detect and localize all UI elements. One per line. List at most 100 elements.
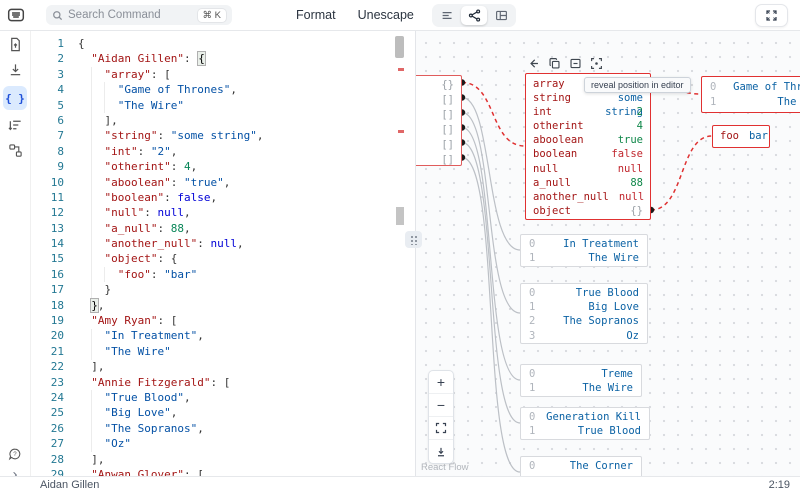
search-input[interactable]: Search Command ⌘ K (46, 5, 232, 25)
unescape-button[interactable]: Unescape (358, 8, 414, 22)
line-number: 2 (30, 51, 64, 66)
graph-node-anwan-glover[interactable]: 0Treme1The Wire (520, 364, 642, 397)
editor-line: 4 "Game of Thrones", (30, 82, 263, 97)
line-number: 15 (30, 251, 64, 266)
editor-line: 17 } (30, 282, 263, 297)
node-row: abooleantrue (526, 133, 650, 147)
line-number: 13 (30, 221, 64, 236)
svg-text:?: ? (13, 451, 17, 458)
editor-line: 9 "otherint": 4, (30, 159, 263, 174)
copy-icon[interactable] (548, 57, 561, 70)
node-row: 1Big Love (521, 300, 647, 314)
line-number: 29 (30, 467, 64, 476)
editor-line: 2 "Aidan Gillen": { (30, 51, 263, 66)
node-row: otherint4 (526, 119, 650, 133)
table-view-tab[interactable] (488, 6, 514, 25)
fit-view-button[interactable] (429, 417, 453, 440)
graph-node-alice-farmer[interactable]: 0The Corner (520, 456, 642, 476)
line-number: 4 (30, 82, 64, 97)
editor-line: 1{ (30, 36, 263, 51)
format-button[interactable]: Format (296, 8, 336, 22)
line-number: 3 (30, 67, 64, 82)
sidebar-item-json[interactable]: { } (3, 86, 27, 110)
editor-line: 20 "In Treatment", (30, 328, 263, 343)
search-placeholder: Search Command (68, 9, 198, 21)
editor-line: 29 "Anwan Glover": [ (30, 467, 263, 476)
line-number: 20 (30, 328, 64, 343)
node-row: [] (415, 108, 461, 123)
sidebar-item-import[interactable] (3, 32, 27, 56)
editor-lines: 1{2 "Aidan Gillen": {3 "array": [4 "Game… (30, 36, 263, 476)
line-number: 16 (30, 267, 64, 282)
graph-node-object-foo[interactable]: foobar (712, 125, 770, 148)
graph-node-amy-ryan[interactable]: 0In Treatment1The Wire (520, 234, 648, 267)
graph-node-root[interactable]: {}[][][]rd[][] (415, 75, 462, 166)
editor-line: 7 "string": "some string", (30, 128, 263, 143)
topbar: Search Command ⌘ K Format Unescape (0, 0, 800, 31)
back-arrow-icon[interactable] (527, 57, 540, 70)
node-row: 1True Blood (521, 424, 649, 438)
node-row: rd[] (415, 138, 461, 153)
flow-nodes-icon (8, 143, 23, 158)
node-row: a_null88 (526, 176, 650, 190)
graph-node-aidan-gillen[interactable]: arraystringsome stringint2otherint4abool… (525, 73, 651, 220)
editor-line: 16 "foo": "bar" (30, 267, 263, 282)
line-number: 17 (30, 282, 64, 297)
node-row: 1The Wire (702, 95, 800, 110)
fullscreen-button[interactable] (755, 4, 788, 27)
focus-icon[interactable] (590, 57, 603, 70)
sidebar-item-transform[interactable] (3, 113, 27, 137)
node-row: [] (415, 153, 461, 168)
node-row: foobar (713, 129, 775, 143)
line-number: 18 (30, 298, 64, 313)
statusbar: Aidan Gillen 2:19 (0, 476, 800, 492)
graph-canvas[interactable]: {}[][][]rd[][] arraystringsome stringint… (415, 30, 800, 476)
editor-line: 13 "a_null": 88, (30, 221, 263, 236)
collapse-icon[interactable] (569, 57, 582, 70)
node-row: [] (415, 123, 461, 138)
json-code-editor[interactable]: 1{2 "Aidan Gillen": {3 "array": [4 "Game… (30, 30, 404, 476)
editor-line: 12 "null": null, (30, 205, 263, 220)
panel-divider[interactable] (404, 30, 416, 476)
sidebar-item-download[interactable] (3, 57, 27, 81)
download-icon (8, 62, 23, 77)
line-number: 7 (30, 128, 64, 143)
graph-node-array[interactable]: 0Game of Thrones1The Wire (701, 76, 800, 113)
line-number: 22 (30, 359, 64, 374)
line-number: 11 (30, 190, 64, 205)
node-tooltip: reveal position in editor (584, 77, 691, 93)
zoom-out-button[interactable]: − (429, 394, 453, 417)
node-row: booleanfalse (526, 147, 650, 161)
table-view-icon (495, 9, 508, 22)
editor-line: 10 "aboolean": "true", (30, 175, 263, 190)
line-number: 24 (30, 390, 64, 405)
zoom-in-button[interactable]: + (429, 371, 453, 394)
editor-line: 24 "True Blood", (30, 390, 263, 405)
lock-button[interactable] (429, 440, 453, 463)
line-number: 5 (30, 98, 64, 113)
search-icon (52, 10, 63, 21)
app-logo-icon[interactable] (7, 6, 25, 24)
editor-line: 26 "The Sopranos", (30, 421, 263, 436)
editor-scrollbar-thumb[interactable] (395, 36, 404, 58)
editor-line: 23 "Annie Fitzgerald": [ (30, 375, 263, 390)
panel-drag-handle[interactable] (405, 231, 422, 248)
line-number: 27 (30, 436, 64, 451)
text-view-tab[interactable] (434, 6, 460, 25)
editor-line: 14 "another_null": null, (30, 236, 263, 251)
node-row: 2The Sopranos (521, 314, 647, 328)
node-row: {} (415, 78, 461, 93)
line-number: 28 (30, 452, 64, 467)
sidebar-item-flow[interactable] (3, 138, 27, 162)
graph-controls: + − (428, 370, 454, 464)
node-toolbar (527, 55, 603, 71)
graph-view-tab[interactable] (461, 6, 487, 25)
graph-node-annie-fitzgerald[interactable]: 0True Blood1Big Love2The Sopranos3Oz (520, 283, 648, 344)
fullscreen-expand-icon (765, 9, 778, 22)
json-braces-icon: { } (5, 92, 25, 105)
line-number: 8 (30, 144, 64, 159)
node-row: stringsome string (526, 91, 650, 105)
line-number: 1 (30, 36, 64, 51)
node-row: 0Treme (521, 367, 641, 381)
graph-node-alexander-skarsgard[interactable]: 0Generation Kill1True Blood (520, 407, 650, 440)
